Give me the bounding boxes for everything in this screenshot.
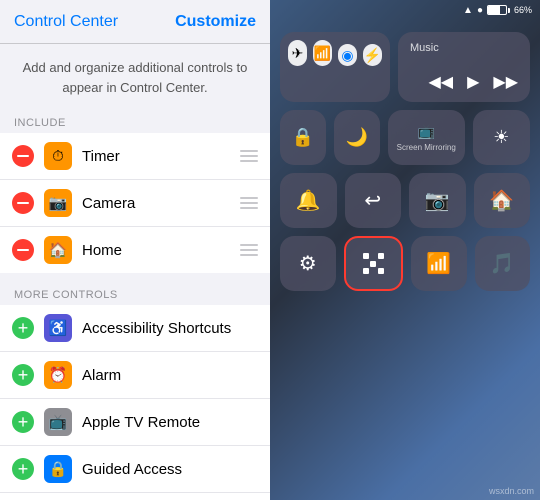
qr-grid-icon [363,253,384,274]
add-accessibility-button[interactable] [12,317,34,339]
list-item: 📷 Camera [0,180,270,227]
signal-icon: ● [477,5,483,16]
remove-timer-button[interactable] [12,145,34,167]
add-alarm-button[interactable] [12,364,34,386]
right-panel: ▲ ● 66% ✈ 📶 ◉ [270,0,540,500]
add-guided-button[interactable] [12,458,34,480]
list-item: 🔒 Guided Access [0,446,270,493]
screen-mirror-tile[interactable]: 📺 Screen Mirroring [388,110,465,165]
appletv-icon: 📺 [44,408,72,436]
wifi-status-icon: ▲ [463,5,473,16]
camera-label: Camera [82,195,234,212]
list-item: 👂 Hearing [0,493,270,500]
status-bar: ▲ ● 66% [270,0,540,20]
battery-indicator [487,5,510,15]
extra-tile-2[interactable]: 📶 [411,236,467,291]
add-appletv-button[interactable] [12,411,34,433]
camera-tile[interactable]: 📷 [409,173,466,228]
cc-row-4: ⚙ 📶 🎵 [280,236,530,291]
list-item: ⏰ Alarm [0,352,270,399]
battery-percent: 66% [514,5,532,15]
music-controls: ◀◀ ▶ ▶▶ [410,72,518,92]
moon-tile[interactable]: 🌙 [334,110,380,165]
description-text: Add and organize additional controls to … [0,44,270,111]
list-item: 📺 Apple TV Remote [0,399,270,446]
timer-label: Timer [82,148,234,165]
extra-tile-3[interactable]: 🎵 [475,236,531,291]
home-icon: 🏠 [44,236,72,264]
cc-row-2: 🔒 🌙 📺 Screen Mirroring ☀ [280,110,530,165]
play-icon[interactable]: ▶ [467,72,479,92]
drag-handle[interactable] [240,150,258,162]
remove-home-button[interactable] [12,239,34,261]
camera-icon: 📷 [44,189,72,217]
bell-tile[interactable]: 🔔 [280,173,337,228]
customize-title: Customize [175,13,256,31]
next-icon[interactable]: ▶▶ [493,72,518,92]
appletv-label: Apple TV Remote [82,414,258,431]
music-label: Music [410,42,518,54]
drag-handle[interactable] [240,197,258,209]
watermark: wsxdn.com [489,486,534,496]
include-list: ⏱ Timer 📷 Camera 🏠 Home [0,133,270,273]
accessibility-label: Accessibility Shortcuts [82,320,258,337]
cc-row-3: 🔔 ↩ 📷 🏠 [280,173,530,228]
list-item: 🏠 Home [0,227,270,273]
prev-icon[interactable]: ◀◀ [428,72,453,92]
timer-tile[interactable]: ↩ [345,173,402,228]
home-label: Home [82,242,234,259]
brightness-tile[interactable]: ☀ [473,110,530,165]
scroll-area[interactable]: Add and organize additional controls to … [0,44,270,500]
accessibility-icon: ♿ [44,314,72,342]
control-center-grid: ✈ 📶 ◉ ⚡ Music [270,22,540,500]
guided-icon: 🔒 [44,455,72,483]
wifi2-tile[interactable]: ◉ [338,44,357,66]
list-item: ♿ Accessibility Shortcuts [0,305,270,352]
more-section-label: MORE CONTROLS [0,283,270,305]
alarm-icon: ⏰ [44,361,72,389]
remove-camera-button[interactable] [12,192,34,214]
list-item: ⏱ Timer [0,133,270,180]
cc-row-1: ✈ 📶 ◉ ⚡ Music [280,32,530,102]
wifi-tile[interactable]: 📶 [313,40,332,66]
include-section-label: INCLUDE [0,111,270,133]
orientation-tile[interactable]: 🔒 [280,110,326,165]
back-button[interactable]: Control Center [14,13,118,31]
extra-tile-1[interactable]: ⚙ [280,236,336,291]
connectivity-tile: ✈ 📶 ◉ ⚡ [280,32,390,102]
timer-icon: ⏱ [44,142,72,170]
music-tile[interactable]: Music ◀◀ ▶ ▶▶ [398,32,530,102]
qr-code-tile[interactable] [344,236,404,291]
header: Control Center Customize [0,0,270,44]
bluetooth-tile[interactable]: ⚡ [363,44,382,66]
left-panel: Control Center Customize Add and organiz… [0,0,270,500]
alarm-label: Alarm [82,367,258,384]
screen-mirror-label: Screen Mirroring [397,143,456,152]
more-list: ♿ Accessibility Shortcuts ⏰ Alarm 📺 Appl… [0,305,270,500]
drag-handle[interactable] [240,244,258,256]
guided-label: Guided Access [82,461,258,478]
home-cc-tile[interactable]: 🏠 [474,173,531,228]
airplane-tile[interactable]: ✈ [288,40,307,66]
